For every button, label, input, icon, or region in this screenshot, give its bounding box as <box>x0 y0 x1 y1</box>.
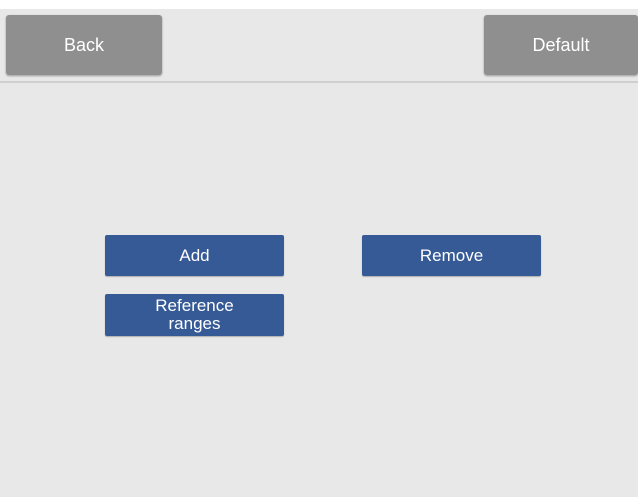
add-button[interactable]: Add <box>105 235 284 276</box>
toolbar-divider <box>0 81 638 83</box>
remove-button[interactable]: Remove <box>362 235 541 276</box>
reference-ranges-label: Reference ranges <box>155 297 233 333</box>
default-button[interactable]: Default <box>484 15 638 75</box>
reference-ranges-label-line1: Reference <box>155 296 234 315</box>
settings-screen: Back Default Add Remove Reference ranges <box>0 9 638 497</box>
back-button[interactable]: Back <box>6 15 162 75</box>
reference-ranges-label-line2: ranges <box>168 314 221 333</box>
top-toolbar: Back Default <box>0 9 638 81</box>
reference-ranges-button[interactable]: Reference ranges <box>105 294 284 336</box>
